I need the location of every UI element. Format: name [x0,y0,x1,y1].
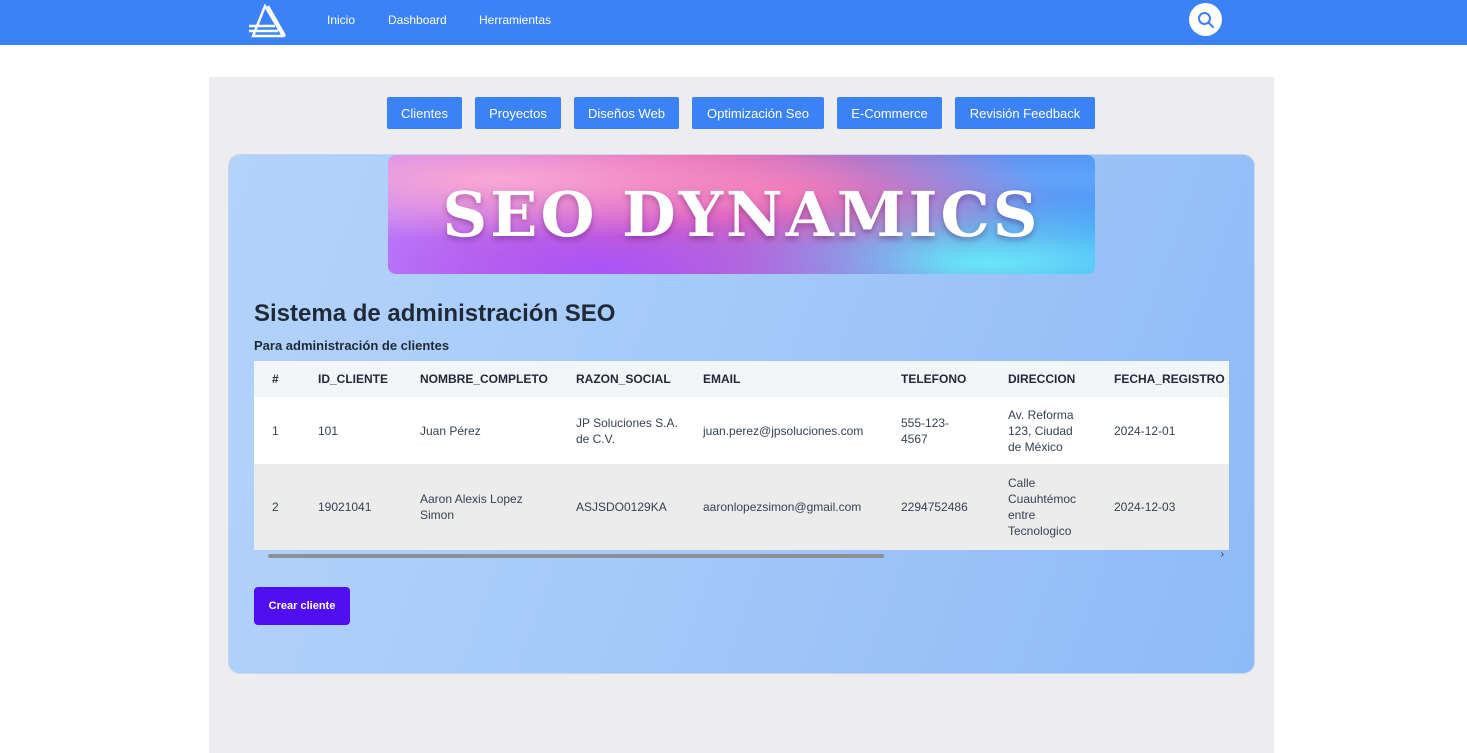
table-row[interactable]: 2 19021041 Aaron Alexis Lopez Simon ASJS… [254,464,1229,550]
nav-link-inicio[interactable]: Inicio [327,13,355,27]
cell-fecha-registro: 2024-12-01 [1114,423,1176,438]
search-icon [1197,11,1214,28]
tab-revision-feedback[interactable]: Revisión Feedback [955,97,1095,129]
cell-nombre-completo: Aaron Alexis Lopez Simon [420,492,523,522]
cell-number: 1 [272,423,279,438]
column-header-nombre-completo[interactable]: NOMBRE_COMPLETO [406,361,562,397]
table-header-row: # ID_CLIENTE NOMBRE_COMPLETO RAZON_SOCIA… [254,361,1229,397]
top-navbar: Inicio Dashboard Herramientas [0,0,1467,45]
cell-direccion: Av. Reforma 123, Ciudad de México [1008,407,1074,454]
column-header-fecha-registro[interactable]: FECHA_REGISTRO [1100,361,1229,397]
tab-clientes[interactable]: Clientes [387,97,462,129]
brand-logo-icon[interactable] [247,4,287,40]
cell-id-cliente: 101 [318,423,339,438]
cell-nombre-completo: Juan Pérez [420,423,481,438]
cell-telefono: 2294752486 [901,500,968,514]
cell-email: aaronlopezsimon@gmail.com [703,500,862,514]
column-header-telefono[interactable]: TELEFONO [887,361,994,397]
cell-razon-social: JP Soluciones S.A. de C.V. [576,415,678,446]
seo-dynamics-banner: SEO DYNAMICS [388,155,1095,274]
column-header-number[interactable]: # [254,361,304,397]
column-header-id-cliente[interactable]: ID_CLIENTE [304,361,406,397]
clients-table-container[interactable]: # ID_CLIENTE NOMBRE_COMPLETO RAZON_SOCIA… [254,361,1229,550]
table-row[interactable]: 1 101 Juan Pérez JP Soluciones S.A. de C… [254,397,1229,464]
scroll-right-arrow-icon[interactable]: › [1221,549,1224,560]
cell-number: 2 [272,500,279,514]
cell-email: juan.perez@jpsoluciones.com [703,423,864,438]
cell-razon-social: ASJSDO0129KA [576,500,667,514]
tab-disenos-web[interactable]: Diseños Web [574,97,679,129]
nav-link-dashboard[interactable]: Dashboard [388,13,447,27]
create-client-button[interactable]: Crear cliente [254,587,350,625]
page-subtitle: Para administración de clientes [254,338,450,353]
tab-optimizacion-seo[interactable]: Optimización Seo [692,97,824,129]
tab-ecommerce[interactable]: E-Commerce [837,97,942,129]
column-header-email[interactable]: EMAIL [689,361,887,397]
table-horizontal-scrollbar[interactable]: ‹ › [254,549,1229,562]
nav-link-herramientas[interactable]: Herramientas [479,13,551,27]
column-header-direccion[interactable]: DIRECCION [994,361,1100,397]
clients-table: # ID_CLIENTE NOMBRE_COMPLETO RAZON_SOCIA… [254,361,1229,550]
cell-direccion: Calle Cuauhtémoc entre Tecnologico [1008,476,1077,538]
cell-telefono: 555-123-4567 [901,415,950,446]
column-header-razon-social[interactable]: RAZON_SOCIAL [562,361,689,397]
banner-title: SEO DYNAMICS [442,178,1041,251]
search-button[interactable] [1189,3,1222,36]
page-title: Sistema de administración SEO [254,300,616,327]
tab-proyectos[interactable]: Proyectos [475,97,561,129]
cell-fecha-registro: 2024-12-03 [1114,500,1176,514]
scroll-left-arrow-icon[interactable]: ‹ [257,549,260,560]
cell-id-cliente: 19021041 [318,500,372,514]
scrollbar-thumb[interactable] [268,554,884,558]
